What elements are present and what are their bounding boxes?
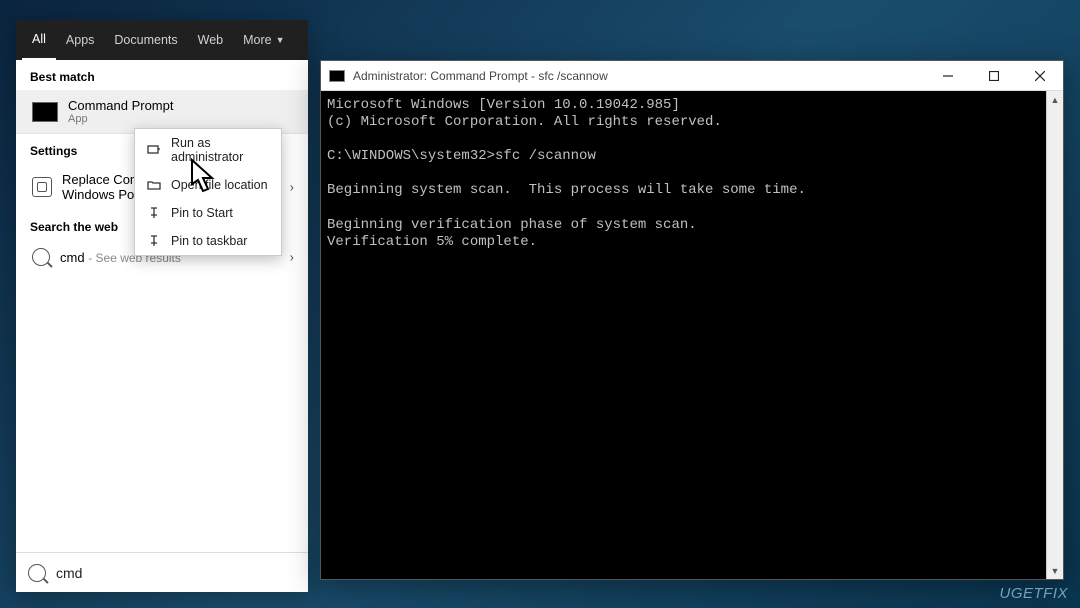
shield-icon: [147, 144, 161, 156]
folder-icon: [147, 179, 161, 191]
console-wrap: Microsoft Windows [Version 10.0.19042.98…: [321, 91, 1063, 579]
window-title: Administrator: Command Prompt - sfc /sca…: [353, 69, 608, 83]
console-line: Beginning verification phase of system s…: [327, 217, 697, 233]
tab-more-label: More: [243, 33, 271, 47]
maximize-button[interactable]: [971, 61, 1017, 90]
settings-tile-icon: [32, 177, 52, 197]
scroll-down-icon[interactable]: ▼: [1047, 562, 1063, 579]
console-scrollbar[interactable]: ▲ ▼: [1046, 91, 1063, 579]
section-best-match: Best match: [16, 60, 308, 90]
console-line: Microsoft Windows [Version 10.0.19042.98…: [327, 97, 680, 113]
console-line: Beginning system scan. This process will…: [327, 182, 806, 198]
scroll-up-icon[interactable]: ▲: [1047, 91, 1063, 108]
search-input-bar: [16, 552, 308, 592]
chevron-right-icon: ›: [290, 250, 294, 265]
windows-search-panel: All Apps Documents Web More ▼ Best match…: [16, 20, 308, 592]
search-icon: [32, 248, 50, 266]
close-button[interactable]: [1017, 61, 1063, 90]
tab-documents[interactable]: Documents: [104, 20, 187, 60]
menu-pin-to-start[interactable]: Pin to Start: [135, 199, 281, 227]
search-tabs: All Apps Documents Web More ▼: [16, 20, 308, 60]
tab-apps[interactable]: Apps: [56, 20, 105, 60]
pin-icon: [147, 207, 161, 219]
pin-icon: [147, 235, 161, 247]
chevron-right-icon: ›: [290, 180, 294, 195]
console-output[interactable]: Microsoft Windows [Version 10.0.19042.98…: [321, 91, 1046, 579]
result-subtitle: App: [68, 113, 173, 125]
web-query: cmd: [60, 250, 85, 265]
result-text: Command Prompt App: [68, 98, 173, 125]
result-title: Command Prompt: [68, 98, 173, 113]
minimize-button[interactable]: [925, 61, 971, 90]
console-line: (c) Microsoft Corporation. All rights re…: [327, 114, 722, 130]
tab-web[interactable]: Web: [188, 20, 233, 60]
cursor-pointer-overlay: [186, 158, 226, 202]
window-titlebar[interactable]: Administrator: Command Prompt - sfc /sca…: [321, 61, 1063, 91]
search-input[interactable]: [56, 565, 296, 581]
menu-pin-to-taskbar[interactable]: Pin to taskbar: [135, 227, 281, 255]
tab-more[interactable]: More ▼: [233, 20, 294, 60]
menu-label: Pin to Start: [171, 206, 233, 220]
search-icon: [28, 564, 46, 582]
command-prompt-icon: [32, 102, 58, 122]
menu-label: Pin to taskbar: [171, 234, 247, 248]
command-prompt-window: Administrator: Command Prompt - sfc /sca…: [320, 60, 1064, 580]
window-buttons: [925, 61, 1063, 90]
console-line: C:\WINDOWS\system32>sfc /scannow: [327, 148, 596, 164]
chevron-down-icon: ▼: [276, 35, 285, 45]
result-command-prompt[interactable]: Command Prompt App: [16, 90, 308, 133]
tab-all[interactable]: All: [22, 20, 56, 60]
console-line: Verification 5% complete.: [327, 234, 537, 250]
watermark: UGETFIX: [999, 585, 1068, 602]
command-prompt-icon: [329, 70, 345, 82]
